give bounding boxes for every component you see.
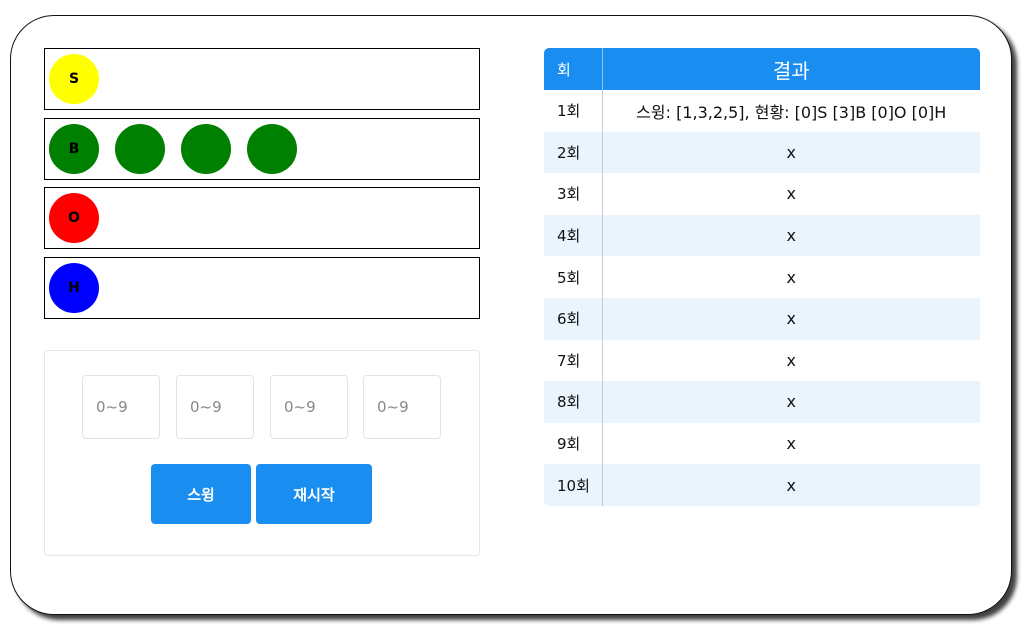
digit-input-4[interactable] <box>363 375 441 439</box>
table-row: 4회 x <box>544 214 980 257</box>
strike-row: S <box>44 48 480 110</box>
result-cell: x <box>602 422 980 465</box>
digit-input-2[interactable] <box>176 375 254 439</box>
ball-row: B <box>44 118 480 180</box>
result-cell: x <box>602 173 980 215</box>
ball-count-marker <box>115 124 165 174</box>
result-cell: x <box>602 131 980 174</box>
table-row: 10회 x <box>544 464 980 506</box>
table-row: 2회 x <box>544 131 980 174</box>
ball-label-ball: B <box>49 124 99 174</box>
results-table: 회 결과 1회 스윙: [1,3,2,5], 현황: [0]S [3]B [0]… <box>544 48 980 506</box>
round-cell: 9회 <box>544 422 603 465</box>
out-row: O <box>44 187 480 249</box>
ball-count-marker <box>247 124 297 174</box>
result-cell: 스윙: [1,3,2,5], 현황: [0]S [3]B [0]O [0]H <box>602 90 980 132</box>
round-cell: 4회 <box>544 214 603 257</box>
round-cell: 6회 <box>544 297 603 340</box>
round-cell: 5회 <box>544 256 603 298</box>
result-column-header: 결과 <box>602 48 980 90</box>
input-panel: 스윙 재시작 <box>44 350 480 556</box>
table-row: 9회 x <box>544 422 980 465</box>
table-row: 7회 x <box>544 339 980 382</box>
table-row: 1회 스윙: [1,3,2,5], 현황: [0]S [3]B [0]O [0]… <box>544 90 980 132</box>
digit-input-1[interactable] <box>82 375 160 439</box>
result-cell: x <box>602 464 980 506</box>
swing-button[interactable]: 스윙 <box>151 464 251 524</box>
round-cell: 2회 <box>544 131 603 174</box>
result-cell: x <box>602 297 980 340</box>
ball-count-marker <box>181 124 231 174</box>
result-cell: x <box>602 256 980 298</box>
round-cell: 7회 <box>544 339 603 382</box>
table-row: 6회 x <box>544 297 980 340</box>
result-cell: x <box>602 381 980 423</box>
round-cell: 3회 <box>544 173 603 215</box>
homerun-label-ball: H <box>49 263 99 313</box>
round-cell: 10회 <box>544 464 603 506</box>
homerun-row: H <box>44 257 480 319</box>
result-cell: x <box>602 214 980 257</box>
round-column-header: 회 <box>544 48 603 90</box>
result-cell: x <box>602 339 980 382</box>
digit-input-3[interactable] <box>270 375 348 439</box>
round-cell: 8회 <box>544 381 603 423</box>
table-row: 3회 x <box>544 173 980 215</box>
table-row: 8회 x <box>544 381 980 423</box>
strike-label-ball: S <box>49 54 99 104</box>
round-cell: 1회 <box>544 90 603 132</box>
out-label-ball: O <box>49 193 99 243</box>
restart-button[interactable]: 재시작 <box>256 464 372 524</box>
table-row: 5회 x <box>544 256 980 298</box>
table-header-row: 회 결과 <box>544 48 980 90</box>
